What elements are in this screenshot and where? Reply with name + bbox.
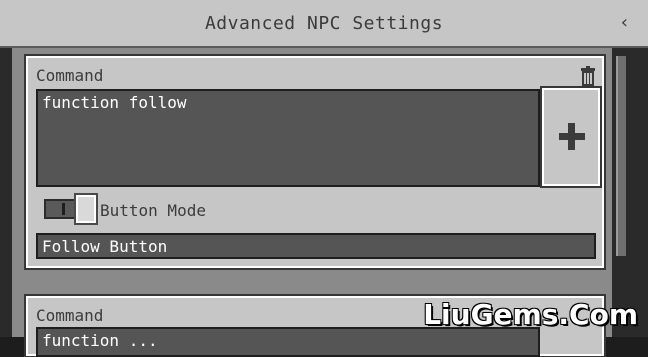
command-textarea[interactable]: function follow [36,89,540,187]
left-edge [0,48,12,337]
command-label: Command [36,66,104,85]
command-panel: Command function follow Button Mode Foll… [24,54,606,270]
watermark: LiuGems.Com [423,298,638,331]
button-mode-toggle[interactable] [44,193,98,225]
add-command-button[interactable] [540,86,602,188]
trash-icon[interactable] [580,66,596,86]
button-name-field[interactable]: Follow Button [36,233,596,259]
button-mode-label: Button Mode [100,201,206,220]
scrollbar[interactable] [616,56,626,256]
command-textarea-2[interactable]: function ... [36,327,540,357]
title-bar: Advanced NPC Settings ‹ [0,0,648,48]
chevron-left-icon[interactable]: ‹ [619,12,630,33]
advanced-npc-settings-window: Advanced NPC Settings ‹ Command function… [0,0,648,357]
window-title: Advanced NPC Settings [204,13,444,34]
command-label-2: Command [36,306,104,325]
